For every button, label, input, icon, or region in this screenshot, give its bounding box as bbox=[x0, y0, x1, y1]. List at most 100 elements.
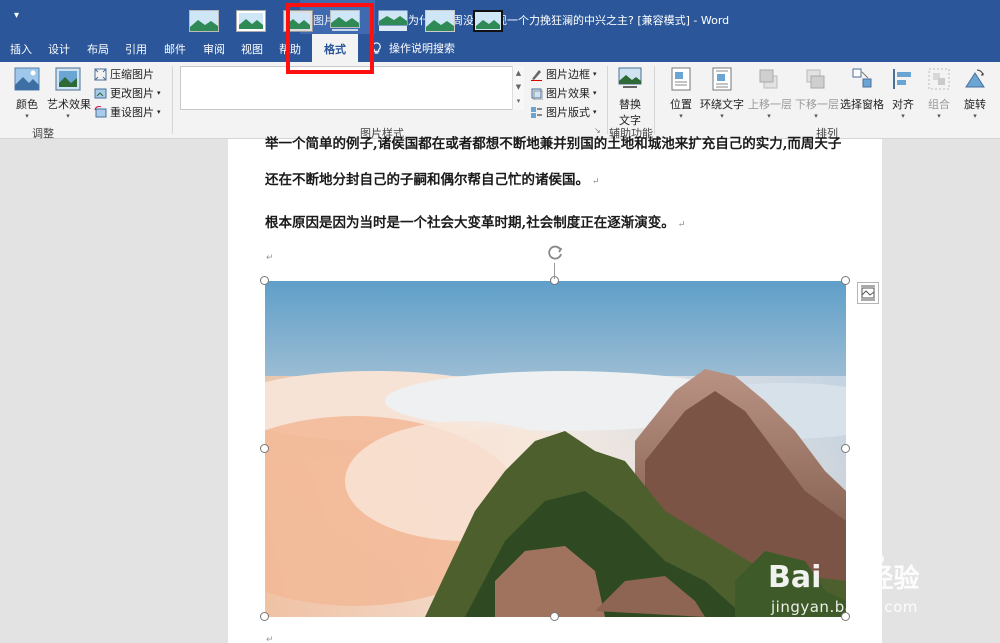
picture-style-thumb-1[interactable] bbox=[189, 10, 219, 32]
tell-me-label: 操作说明搜索 bbox=[389, 42, 455, 55]
alt-text-icon bbox=[618, 67, 642, 88]
tab-insert[interactable]: 插入 bbox=[10, 41, 32, 57]
change-picture-label: 更改图片 bbox=[110, 87, 154, 100]
selected-picture[interactable] bbox=[265, 281, 846, 617]
bring-forward-button[interactable]: 上移一层 ▾ bbox=[748, 67, 792, 120]
picture-layout-button[interactable]: 图片版式 ▾ bbox=[530, 104, 597, 120]
wrap-text-button[interactable]: 环绕文字 ▾ bbox=[700, 67, 744, 120]
picture-border-label: 图片边框 bbox=[546, 68, 590, 81]
rotate-button[interactable]: 旋转 ▾ bbox=[961, 67, 989, 120]
lightbulb-icon bbox=[372, 41, 381, 54]
chevron-down-icon: ▾ bbox=[157, 89, 161, 97]
selection-pane-icon bbox=[852, 68, 872, 88]
layout-options-button[interactable] bbox=[857, 282, 879, 304]
wrap-text-icon bbox=[712, 67, 732, 91]
group-label: 组合 bbox=[928, 98, 950, 111]
picture-layout-icon bbox=[531, 106, 542, 118]
wrap-text-label: 环绕文字 bbox=[700, 98, 744, 111]
color-label: 颜色 bbox=[16, 98, 38, 111]
dialog-launcher-icon[interactable]: ↘ bbox=[594, 126, 601, 135]
resize-handle-top-left[interactable] bbox=[260, 276, 269, 285]
chevron-down-icon: ▾ bbox=[767, 112, 771, 120]
tab-mailings[interactable]: 邮件 bbox=[164, 41, 186, 57]
send-backward-icon bbox=[806, 69, 825, 89]
paragraph-line-3: 根本原因是因为当时是一个社会大变革时期,社会制度正在逐渐演变。 ↵ bbox=[265, 211, 685, 231]
group-button[interactable]: 组合 ▾ bbox=[925, 67, 953, 120]
paragraph-text-3: 根本原因是因为当时是一个社会大变革时期,社会制度正在逐渐演变。 bbox=[265, 215, 675, 231]
resize-handle-top-right[interactable] bbox=[841, 276, 850, 285]
paragraph-line-1: 举一个简单的例子,诸侯国都在或者都想不断地兼并别国的土地和城池来扩充自己的实力,… bbox=[265, 135, 842, 152]
paragraph-text-2: 还在不断地分封自己的子嗣和偶尔帮自己忙的诸侯国。 bbox=[265, 172, 589, 188]
paragraph-line-2: 还在不断地分封自己的子嗣和偶尔帮自己忙的诸侯国。 ↵ bbox=[265, 168, 600, 188]
group-separator bbox=[607, 66, 608, 134]
picture-layout-label: 图片版式 bbox=[546, 106, 590, 119]
change-picture-icon bbox=[94, 88, 107, 98]
position-button[interactable]: 位置 ▾ bbox=[668, 67, 694, 120]
scroll-up-icon[interactable]: ▲ bbox=[513, 66, 524, 80]
rotate-handle-icon[interactable] bbox=[545, 243, 565, 263]
compress-pictures-button[interactable]: 压缩图片 bbox=[94, 66, 154, 82]
tab-layout[interactable]: 布局 bbox=[87, 41, 109, 57]
tab-references[interactable]: 引用 bbox=[125, 41, 147, 57]
change-picture-button[interactable]: 更改图片 ▾ bbox=[94, 85, 161, 101]
rotate-icon bbox=[965, 69, 985, 88]
paragraph-text-1: 举一个简单的例子,诸侯国都在或者都想不断地兼并别国的土地和城池来扩充自己的实力,… bbox=[265, 136, 842, 152]
chevron-down-icon: ▾ bbox=[720, 112, 724, 120]
chevron-down-icon: ▾ bbox=[901, 112, 905, 120]
ribbon-tab-row bbox=[0, 34, 1000, 62]
reset-picture-button[interactable]: 重设图片 ▾ bbox=[94, 104, 161, 120]
chevron-down-icon: ▾ bbox=[679, 112, 683, 120]
selection-pane-button[interactable]: 选择窗格 bbox=[840, 67, 884, 112]
resize-handle-left[interactable] bbox=[260, 444, 269, 453]
chevron-down-icon: ▾ bbox=[593, 89, 597, 97]
tab-view[interactable]: 视图 bbox=[241, 41, 263, 57]
tab-help[interactable]: 帮助 bbox=[279, 41, 301, 57]
picture-effects-button[interactable]: 图片效果 ▾ bbox=[530, 85, 597, 101]
picture-effects-label: 图片效果 bbox=[546, 87, 590, 100]
picture-style-thumb-6[interactable] bbox=[425, 10, 455, 32]
picture-border-button[interactable]: 图片边框 ▾ bbox=[530, 66, 597, 82]
paragraph-mark: ↵ bbox=[677, 220, 686, 230]
empty-paragraph-mark: ↵ bbox=[266, 253, 274, 263]
resize-handle-bottom[interactable] bbox=[550, 612, 559, 621]
picture-style-thumb-7[interactable] bbox=[473, 10, 503, 32]
picture-style-thumb-4[interactable] bbox=[330, 10, 360, 32]
quick-access-toolbar-dropdown[interactable]: ▾ bbox=[14, 10, 19, 21]
bring-forward-label: 上移一层 bbox=[748, 98, 792, 111]
reset-picture-label: 重设图片 bbox=[110, 106, 154, 119]
tell-me-search[interactable]: 操作说明搜索 bbox=[370, 40, 455, 56]
group-separator bbox=[172, 66, 173, 134]
align-icon bbox=[893, 69, 911, 89]
group-separator bbox=[654, 66, 655, 134]
chevron-down-icon: ▾ bbox=[593, 70, 597, 78]
alt-text-button[interactable]: 替换 文字 bbox=[614, 67, 646, 128]
chevron-down-icon: ▾ bbox=[937, 112, 941, 120]
scroll-down-icon[interactable]: ▼ bbox=[513, 80, 524, 94]
picture-styles-gallery bbox=[180, 66, 524, 110]
tab-design[interactable]: 设计 bbox=[48, 41, 70, 57]
picture-style-thumb-3[interactable] bbox=[283, 10, 313, 32]
gallery-scroll[interactable]: ▲ ▼ ▾ bbox=[512, 66, 524, 110]
artistic-effects-button[interactable]: 艺术效果 ▾ bbox=[47, 67, 91, 120]
resize-handle-right[interactable] bbox=[841, 444, 850, 453]
gallery-more-icon[interactable]: ▾ bbox=[513, 94, 524, 108]
alt-text-label-line1: 替换 bbox=[619, 98, 641, 111]
send-backward-label: 下移一层 bbox=[795, 98, 839, 111]
tab-format[interactable]: 格式 bbox=[312, 34, 358, 62]
chevron-down-icon: ▾ bbox=[973, 112, 977, 120]
watermark-brand-text: Bai bbox=[768, 560, 822, 595]
picture-border-icon bbox=[531, 69, 542, 81]
align-button[interactable]: 对齐 ▾ bbox=[889, 67, 917, 120]
bring-forward-icon bbox=[759, 69, 778, 89]
position-icon bbox=[671, 67, 691, 91]
watermark-brand-cn: 经验 bbox=[867, 564, 920, 594]
tab-review[interactable]: 审阅 bbox=[203, 41, 225, 57]
color-button[interactable]: 颜色 ▾ bbox=[12, 67, 42, 120]
picture-style-thumb-5[interactable] bbox=[378, 10, 408, 32]
compress-label: 压缩图片 bbox=[110, 68, 154, 81]
chevron-down-icon: ▾ bbox=[157, 108, 161, 116]
resize-handle-bottom-left[interactable] bbox=[260, 612, 269, 621]
send-backward-button[interactable]: 下移一层 ▾ bbox=[795, 67, 839, 120]
chevron-down-icon: ▾ bbox=[25, 112, 29, 120]
picture-style-thumb-2[interactable] bbox=[236, 10, 266, 32]
